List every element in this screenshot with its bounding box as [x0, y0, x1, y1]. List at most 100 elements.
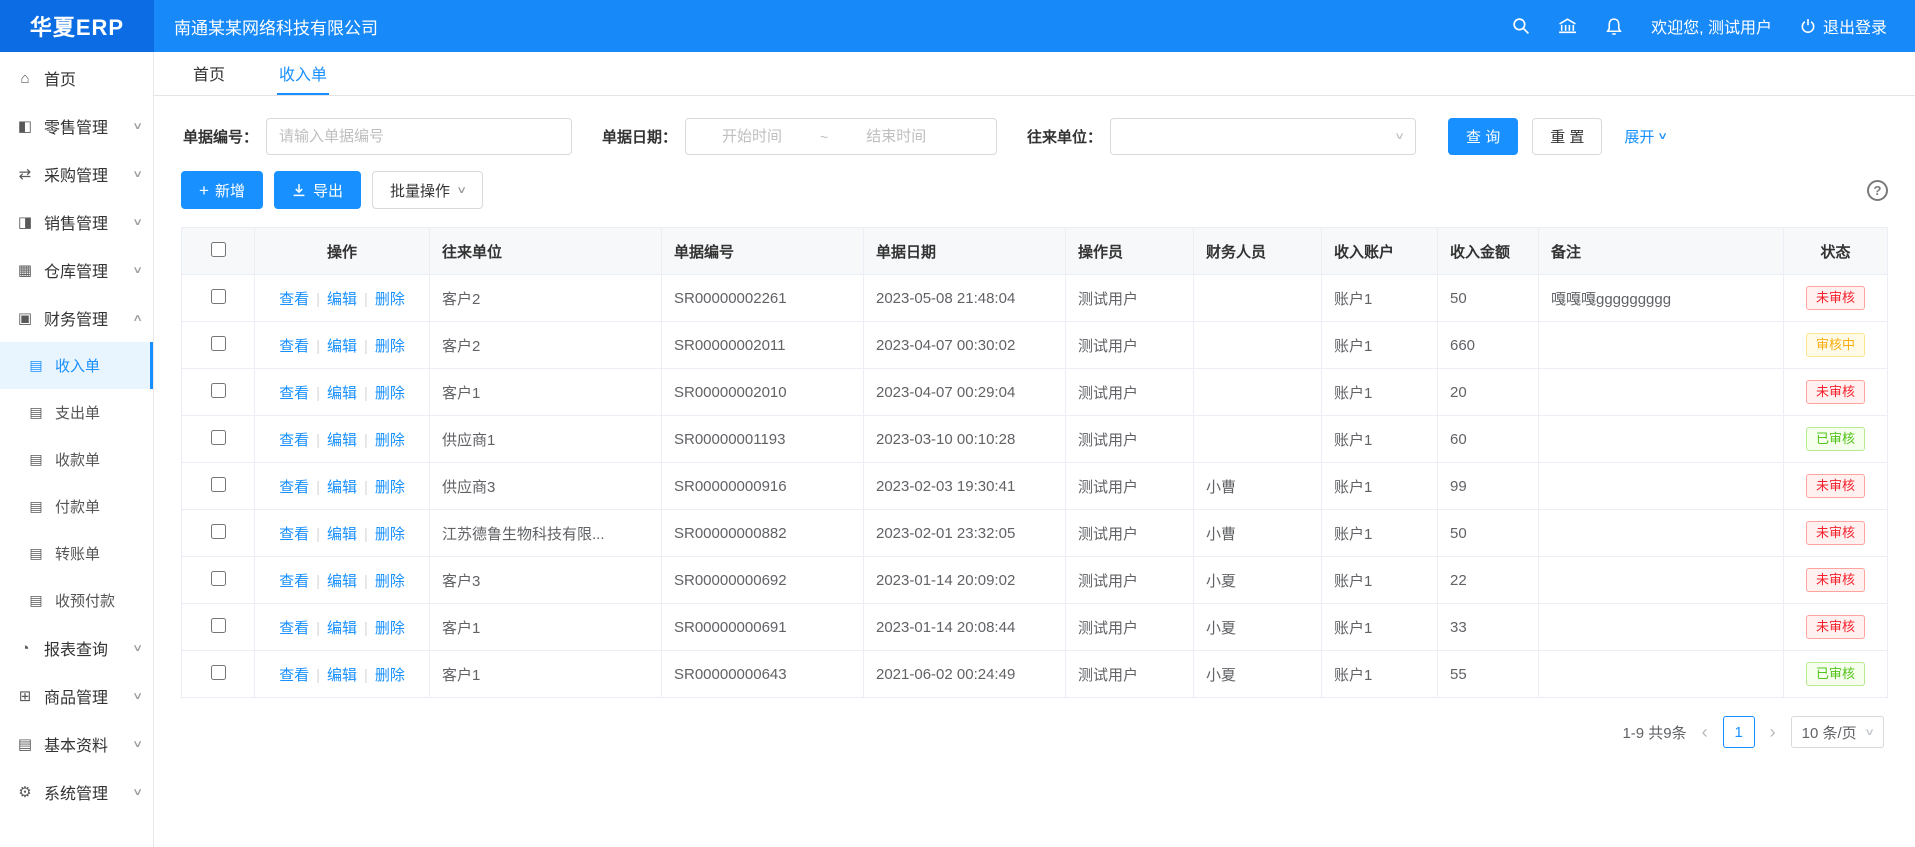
expand-toggle[interactable]: 展开 ∨: [1624, 126, 1666, 147]
cell-operator: 测试用户: [1066, 557, 1194, 604]
view-link[interactable]: 查看: [279, 432, 309, 449]
sidebar-item-system[interactable]: ⚙系统管理∨: [0, 768, 153, 816]
system-icon: ⚙: [16, 783, 34, 801]
delete-link[interactable]: 删除: [375, 479, 405, 496]
op-divider: |: [364, 479, 368, 496]
sidebar-item-basic[interactable]: ▤基本资料∨: [0, 720, 153, 768]
logout-label: 退出登录: [1823, 14, 1887, 38]
batch-operations-button[interactable]: 批量操作 ∨: [372, 171, 483, 209]
date-end-input[interactable]: [836, 128, 956, 145]
sidebar-item-purchase[interactable]: ⇄采购管理∨: [0, 150, 153, 198]
bell-icon[interactable]: [1605, 17, 1623, 36]
row-checkbox[interactable]: [211, 430, 226, 445]
edit-link[interactable]: 编辑: [327, 479, 357, 496]
view-link[interactable]: 查看: [279, 573, 309, 590]
sidebar-item-warehouse[interactable]: ▦仓库管理∨: [0, 246, 153, 294]
cell-operations: 查看|编辑|删除: [255, 322, 430, 369]
view-link[interactable]: 查看: [279, 338, 309, 355]
tab-income[interactable]: 收入单: [277, 52, 329, 95]
search-icon[interactable]: [1512, 17, 1530, 35]
cell-status: 已审核: [1784, 416, 1888, 463]
reset-button[interactable]: 重 置: [1532, 118, 1602, 155]
welcome-text[interactable]: 欢迎您, 测试用户: [1651, 14, 1772, 38]
edit-link[interactable]: 编辑: [327, 526, 357, 543]
row-checkbox[interactable]: [211, 665, 226, 680]
prev-page-button[interactable]: ‹: [1700, 722, 1710, 743]
column-header: 往来单位: [430, 228, 662, 275]
row-checkbox[interactable]: [211, 289, 226, 304]
cell-operator: 测试用户: [1066, 275, 1194, 322]
edit-link[interactable]: 编辑: [327, 620, 357, 637]
row-checkbox[interactable]: [211, 477, 226, 492]
delete-link[interactable]: 删除: [375, 573, 405, 590]
add-button[interactable]: + 新增: [181, 171, 263, 209]
sidebar-item-goods[interactable]: ⊞商品管理∨: [0, 672, 153, 720]
row-checkbox[interactable]: [211, 571, 226, 586]
view-link[interactable]: 查看: [279, 479, 309, 496]
view-link[interactable]: 查看: [279, 385, 309, 402]
edit-link[interactable]: 编辑: [327, 667, 357, 684]
edit-link[interactable]: 编辑: [327, 573, 357, 590]
op-divider: |: [316, 432, 320, 449]
cell-remark: 嘎嘎嘎ggggggggg: [1539, 275, 1784, 322]
sidebar-item-sales[interactable]: ◨销售管理∨: [0, 198, 153, 246]
delete-link[interactable]: 删除: [375, 620, 405, 637]
column-header: 收入金额: [1438, 228, 1539, 275]
sidebar-subitem-payment[interactable]: ▤付款单: [0, 483, 153, 530]
plus-icon: +: [199, 182, 209, 199]
row-checkbox[interactable]: [211, 524, 226, 539]
sales-icon: ◨: [16, 213, 34, 231]
row-checkbox[interactable]: [211, 618, 226, 633]
search-button[interactable]: 查 询: [1448, 118, 1518, 155]
delete-link[interactable]: 删除: [375, 385, 405, 402]
sidebar-subitem-expense[interactable]: ▤支出单: [0, 389, 153, 436]
sidebar-item-retail[interactable]: ◧零售管理∨: [0, 102, 153, 150]
bank-icon[interactable]: [1558, 17, 1577, 35]
date-range-picker[interactable]: ~: [685, 118, 997, 155]
sidebar-item-finance[interactable]: ▣财务管理∧: [0, 294, 153, 342]
view-link[interactable]: 查看: [279, 526, 309, 543]
batch-button-label: 批量操作: [390, 180, 450, 201]
next-page-button[interactable]: ›: [1768, 722, 1778, 743]
tab-home[interactable]: 首页: [191, 52, 227, 95]
export-button[interactable]: 导出: [274, 171, 361, 209]
edit-link[interactable]: 编辑: [327, 291, 357, 308]
delete-link[interactable]: 删除: [375, 432, 405, 449]
page-size-select[interactable]: 10 条/页 ∨: [1791, 716, 1884, 748]
select-all-checkbox[interactable]: [211, 242, 226, 257]
view-link[interactable]: 查看: [279, 667, 309, 684]
app-logo[interactable]: 华夏ERP: [0, 0, 154, 52]
cell-remark: [1539, 510, 1784, 557]
date-start-input[interactable]: [692, 128, 812, 145]
unit-filter-select[interactable]: ∨: [1110, 118, 1416, 155]
delete-link[interactable]: 删除: [375, 526, 405, 543]
cell-finance: 小夏: [1194, 557, 1322, 604]
column-header: 单据日期: [864, 228, 1066, 275]
delete-link[interactable]: 删除: [375, 667, 405, 684]
row-checkbox[interactable]: [211, 383, 226, 398]
number-filter-input[interactable]: [266, 118, 572, 155]
sidebar-item-label: 商品管理: [44, 684, 108, 708]
row-checkbox[interactable]: [211, 336, 226, 351]
basic-icon: ▤: [16, 735, 34, 753]
cell-operator: 测试用户: [1066, 463, 1194, 510]
cell-number: SR00000000916: [662, 463, 864, 510]
sidebar-subitem-collection[interactable]: ▤收款单: [0, 436, 153, 483]
sidebar-item-label: 系统管理: [44, 780, 108, 804]
logout-button[interactable]: 退出登录: [1800, 14, 1887, 38]
edit-link[interactable]: 编辑: [327, 385, 357, 402]
sidebar-subitem-transfer[interactable]: ▤转账单: [0, 530, 153, 577]
sidebar-item-home[interactable]: ⌂首页: [0, 54, 153, 102]
op-divider: |: [364, 620, 368, 637]
help-icon[interactable]: ?: [1867, 180, 1888, 201]
edit-link[interactable]: 编辑: [327, 338, 357, 355]
view-link[interactable]: 查看: [279, 620, 309, 637]
delete-link[interactable]: 删除: [375, 338, 405, 355]
sidebar-subitem-income[interactable]: ▤收入单: [0, 342, 153, 389]
sidebar-subitem-prepayment[interactable]: ▤收预付款: [0, 577, 153, 624]
sidebar-item-report[interactable]: ◔报表查询∨: [0, 624, 153, 672]
page-1-button[interactable]: 1: [1723, 716, 1755, 748]
view-link[interactable]: 查看: [279, 291, 309, 308]
delete-link[interactable]: 删除: [375, 291, 405, 308]
edit-link[interactable]: 编辑: [327, 432, 357, 449]
